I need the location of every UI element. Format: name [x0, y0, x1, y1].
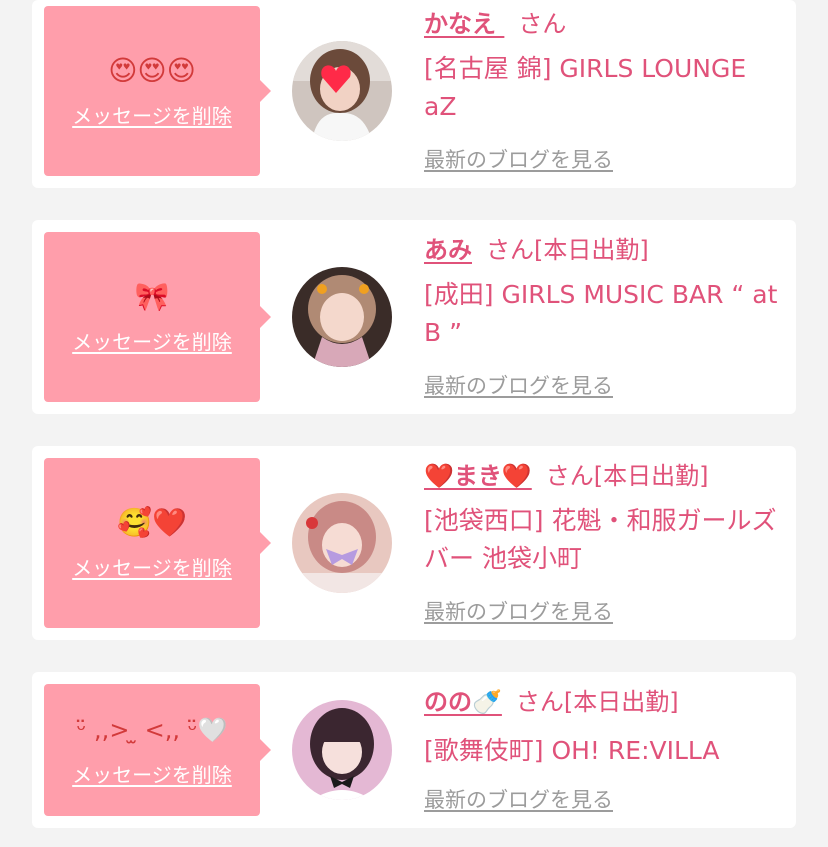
- delete-message-link[interactable]: メッセージを削除: [72, 326, 232, 355]
- latest-blog-link[interactable]: 最新のブログを見る: [424, 784, 613, 814]
- shop-name: [池袋西口] 花魁・和服ガールズバー 池袋小町: [424, 506, 777, 573]
- name-line: かなえ さん: [424, 8, 784, 40]
- message-text: 🎀: [134, 279, 170, 313]
- delete-message-link[interactable]: メッセージを削除: [72, 552, 232, 581]
- avatar[interactable]: [292, 493, 392, 593]
- shop-name: [名古屋 錦] GIRLS LOUNGE aZ: [424, 54, 747, 121]
- latest-blog-link[interactable]: 最新のブログを見る: [424, 370, 613, 400]
- name-line: のの🍼 さん[本日出勤]: [424, 686, 784, 718]
- cast-suffix: さん[本日出勤]: [486, 236, 649, 264]
- shop-name: [成田] GIRLS MUSIC BAR “ at B ”: [424, 280, 778, 347]
- list-item: 🎀 メッセージを削除 あみ さん[本日出勤] [成田] GIRLS MUSIC B…: [32, 220, 796, 414]
- cast-suffix: さん[本日出勤]: [515, 688, 679, 716]
- delete-message-link[interactable]: メッセージを削除: [72, 100, 232, 129]
- entry-info: ❤️まき❤️ さん[本日出勤] [池袋西口] 花魁・和服ガールズバー 池袋小町: [424, 460, 784, 578]
- latest-blog-link[interactable]: 最新のブログを見る: [424, 144, 613, 174]
- message-list: 😍😍😍 メッセージを削除 かなえ さん [名古屋 錦] GIRLS LOUNGE…: [0, 0, 828, 847]
- message-text: 😍😍😍: [108, 53, 196, 87]
- name-line: あみ さん[本日出勤]: [424, 234, 784, 266]
- entry-info: あみ さん[本日出勤] [成田] GIRLS MUSIC BAR “ at B ”: [424, 234, 784, 352]
- cast-suffix: さん[本日出勤]: [545, 462, 709, 490]
- avatar[interactable]: [292, 267, 392, 367]
- message-text: ᵕ̈ ,,> ̫ <,, ᵕ̈🤍: [76, 715, 228, 744]
- list-item: ᵕ̈ ,,> ̫ <,, ᵕ̈🤍 メッセージを削除 のの🍼 さん[本日出勤] [歌…: [32, 672, 796, 828]
- cast-name-link[interactable]: ❤️まき❤️: [424, 462, 532, 490]
- list-item: 🥰❤️ メッセージを削除 ❤️まき❤️ さん[本日出勤] [池袋西口] 花魁・和服…: [32, 446, 796, 640]
- list-item: 😍😍😍 メッセージを削除 かなえ さん [名古屋 錦] GIRLS LOUNGE…: [32, 0, 796, 188]
- cast-name-link[interactable]: かなえ: [424, 10, 504, 38]
- cast-name-link[interactable]: あみ: [424, 236, 472, 264]
- entry-info: のの🍼 さん[本日出勤] [歌舞伎町] OH! RE:VILLA: [424, 686, 784, 770]
- avatar[interactable]: [292, 700, 392, 800]
- message-bubble: 🎀 メッセージを削除: [44, 232, 271, 402]
- avatar[interactable]: [292, 41, 392, 141]
- latest-blog-link[interactable]: 最新のブログを見る: [424, 596, 613, 626]
- message-text: 🥰❤️: [117, 505, 187, 539]
- avatar-image: [292, 267, 392, 367]
- cast-suffix: さん: [518, 10, 567, 38]
- avatar-image: [292, 700, 392, 800]
- entry-info: かなえ さん [名古屋 錦] GIRLS LOUNGE aZ: [424, 8, 784, 126]
- avatar-image: [292, 41, 392, 141]
- name-line: ❤️まき❤️ さん[本日出勤]: [424, 460, 784, 492]
- message-bubble: 😍😍😍 メッセージを削除: [44, 6, 271, 176]
- delete-message-link[interactable]: メッセージを削除: [72, 759, 232, 788]
- message-bubble: ᵕ̈ ,,> ̫ <,, ᵕ̈🤍 メッセージを削除: [44, 684, 271, 816]
- message-bubble: 🥰❤️ メッセージを削除: [44, 458, 271, 628]
- cast-name-link[interactable]: のの🍼: [424, 688, 502, 716]
- avatar-image: [292, 493, 392, 593]
- shop-name: [歌舞伎町] OH! RE:VILLA: [424, 736, 720, 765]
